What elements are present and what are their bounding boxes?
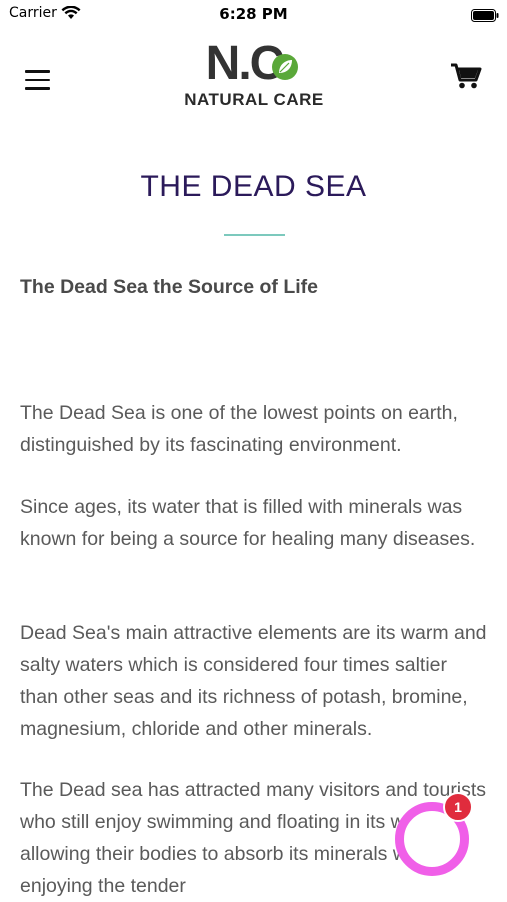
menu-button[interactable] (25, 70, 50, 92)
page-subtitle: The Dead Sea the Source of Life (20, 276, 318, 298)
battery-icon (471, 7, 499, 22)
status-time: 6:28 PM (219, 5, 288, 23)
logo-text: NATURAL CARE (184, 90, 324, 109)
paragraph: Since ages, its water that is filled wit… (20, 496, 476, 550)
cart-button[interactable] (450, 62, 482, 95)
status-bar: Carrier 6:28 PM (0, 0, 507, 28)
title-divider (224, 234, 285, 236)
app-header: N.C NATURAL CARE (0, 34, 507, 124)
paragraph: Dead Sea's main attractive elements are … (20, 622, 487, 740)
brand-logo[interactable]: N.C NATURAL CARE (178, 40, 330, 116)
paragraph: The Dead Sea is one of the lowest points… (20, 402, 458, 456)
page-title: THE DEAD SEA (140, 170, 367, 203)
chat-button[interactable]: 1 (393, 792, 473, 876)
shopping-cart-icon (450, 63, 482, 94)
notification-badge: 1 (443, 792, 473, 822)
hamburger-menu-icon (25, 70, 50, 73)
leaf-icon (270, 52, 300, 87)
